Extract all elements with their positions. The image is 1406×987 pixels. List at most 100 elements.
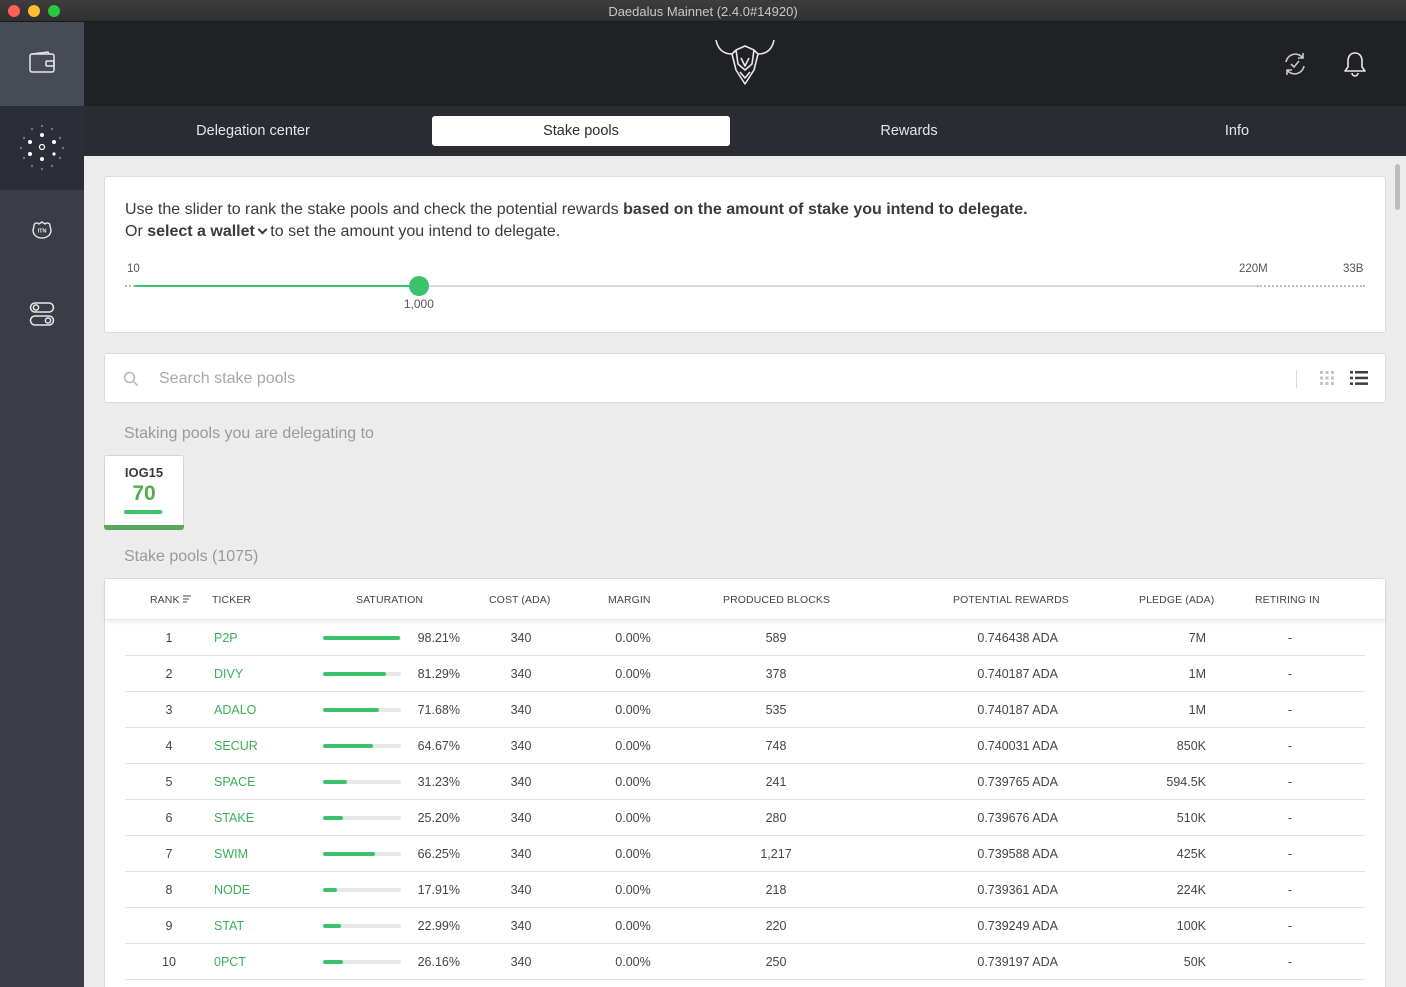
stake-pools-table: RANK TICKER SATURATION COST (ADA) MARGIN… [104,578,1386,987]
cell-ticker[interactable]: NODE [214,883,250,897]
table-row[interactable]: 9 STAT 22.99% 340 0.00% 220 0.739249 ADA 100K - [125,908,1365,944]
cell-ticker[interactable]: P2P [214,631,238,645]
delegated-pool-tile-footer [104,525,184,530]
saturation-bar [323,744,401,748]
tab-info[interactable]: Info [1088,116,1386,146]
cell-saturation-value: 66.25% [417,847,460,861]
saturation-bar-fill [323,636,400,640]
table-row[interactable]: 5 SPACE 31.23% 340 0.00% 241 0.739765 ADA 594.5… [125,764,1365,800]
cell-margin: 0.00% [615,775,651,789]
sidebar-item-settings[interactable] [0,274,84,358]
slider-track-rest [418,285,1257,287]
cell-saturation-value: 26.16% [417,955,460,969]
cell-potential-rewards: 0.739249 ADA [977,919,1058,933]
cell-rank: 3 [165,703,173,717]
cell-retiring-in: - [1287,631,1293,645]
saturation-bar-fill [323,708,379,712]
column-ticker[interactable]: TICKER [212,594,251,606]
slider-instructions: Use the slider to rank the stake pools a… [125,199,1225,243]
cell-ticker[interactable]: 0PCT [214,955,246,969]
cell-margin: 0.00% [615,631,651,645]
stake-slider[interactable] [125,276,1365,296]
table-row[interactable]: 8 NODE 17.91% 340 0.00% 218 0.739361 ADA 224K - [125,872,1365,908]
cell-ticker[interactable]: ADALO [214,703,256,717]
tab-stake-pools[interactable]: Stake pools [432,116,730,146]
delegated-pool-saturation [124,510,164,514]
saturation-bar-fill [323,924,341,928]
select-wallet-dropdown[interactable]: select a wallet [147,223,268,240]
tab-rewards[interactable]: Rewards [760,116,1058,146]
cell-potential-rewards: 0.740031 ADA [977,739,1058,753]
cell-cost: 340 [510,703,532,717]
stake-slider-card: Use the slider to rank the stake pools a… [104,176,1386,333]
cell-ticker[interactable]: SWIM [214,847,248,861]
bell-icon[interactable] [1341,50,1369,78]
sidebar: ITN [0,22,84,987]
cell-saturation-value: 71.68% [417,703,460,717]
table-row[interactable]: 10 0PCT 26.16% 340 0.00% 250 0.739197 ADA 50K - [125,944,1365,980]
saturation-bar-fill [323,816,343,820]
table-row[interactable]: 3 ADALO 71.68% 340 0.00% 535 0.740187 ADA 1M - [125,692,1365,728]
column-pledge[interactable]: PLEDGE (ADA) [1139,594,1214,606]
cell-saturation-value: 64.67% [417,739,460,753]
cell-saturation-value: 17.91% [417,883,460,897]
cell-pledge: 1M [1188,703,1206,717]
grid-view-icon[interactable] [1319,370,1335,391]
cell-ticker[interactable]: STAKE [214,811,254,825]
sidebar-item-wallets[interactable] [0,22,84,106]
cell-rank: 9 [165,919,173,933]
search-input[interactable] [159,366,1259,392]
slider-mid-label: 220M [1239,263,1268,275]
daedalus-logo[interactable] [714,36,776,93]
column-saturation[interactable]: SATURATION [356,594,423,606]
instructions-suffix-text: to set the amount you intend to delegate… [265,223,561,240]
table-row[interactable]: 4 SECUR 64.67% 340 0.00% 748 0.740031 ADA 850K - [125,728,1365,764]
cell-potential-rewards: 0.739765 ADA [977,775,1058,789]
cell-retiring-in: - [1287,811,1293,825]
slider-thumb[interactable] [408,276,429,296]
cell-rank: 5 [165,775,173,789]
cell-margin: 0.00% [615,811,651,825]
column-produced-blocks[interactable]: PRODUCED BLOCKS [723,594,830,606]
table-row[interactable]: 2 DIVY 81.29% 340 0.00% 378 0.740187 ADA 1M - [125,656,1365,692]
cell-saturation-value: 22.99% [417,919,460,933]
list-view-icon[interactable] [1350,370,1368,391]
column-potential-rewards[interactable]: POTENTIAL REWARDS [953,594,1069,606]
tab-delegation-center[interactable]: Delegation center [104,116,402,146]
sync-icon[interactable] [1281,50,1309,78]
cell-ticker[interactable]: SECUR [214,739,258,753]
sidebar-item-staking[interactable] [0,106,84,190]
stake-pools-heading: Stake pools (1075) [124,548,259,565]
cell-produced-blocks: 218 [765,883,787,897]
wallet-icon [29,50,55,78]
saturation-bar [323,888,401,892]
cell-ticker[interactable]: STAT [214,919,244,933]
cell-produced-blocks: 378 [765,667,787,681]
cell-rank: 7 [165,847,173,861]
saturation-bar [323,852,401,856]
cell-potential-rewards: 0.739197 ADA [977,955,1058,969]
table-row[interactable]: 6 STAKE 25.20% 340 0.00% 280 0.739676 ADA 510K - [125,800,1365,836]
cell-cost: 340 [510,955,532,969]
instructions-or-text: Or [125,223,148,240]
column-retiring-in[interactable]: RETIRING IN [1255,594,1320,606]
table-row[interactable]: 1 P2P 98.21% 340 0.00% 589 0.746438 ADA 7M - [125,620,1365,656]
table-row[interactable]: 7 SWIM 66.25% 340 0.00% 1,217 0.739588 ADA 425K… [125,836,1365,872]
delegated-pool-tile[interactable]: IOG15 70 [104,455,184,530]
saturation-bar [323,816,401,820]
sidebar-item-itn[interactable]: ITN [0,190,84,274]
cell-pledge: 1M [1188,667,1206,681]
column-rank[interactable]: RANK [150,594,191,606]
cell-retiring-in: - [1287,667,1293,681]
column-cost[interactable]: COST (ADA) [489,594,550,606]
cell-rank: 4 [165,739,173,753]
stake-pools-page: Use the slider to rank the stake pools a… [84,156,1406,987]
vertical-scrollbar[interactable] [1395,164,1400,210]
cell-pledge: 594.5K [1166,775,1206,789]
column-margin[interactable]: MARGIN [608,594,651,606]
cell-produced-blocks: 220 [765,919,787,933]
cell-ticker[interactable]: DIVY [214,667,243,681]
delegated-pool-ticker: IOG15 [124,465,164,480]
cell-produced-blocks: 589 [765,631,787,645]
cell-ticker[interactable]: SPACE [214,775,255,789]
